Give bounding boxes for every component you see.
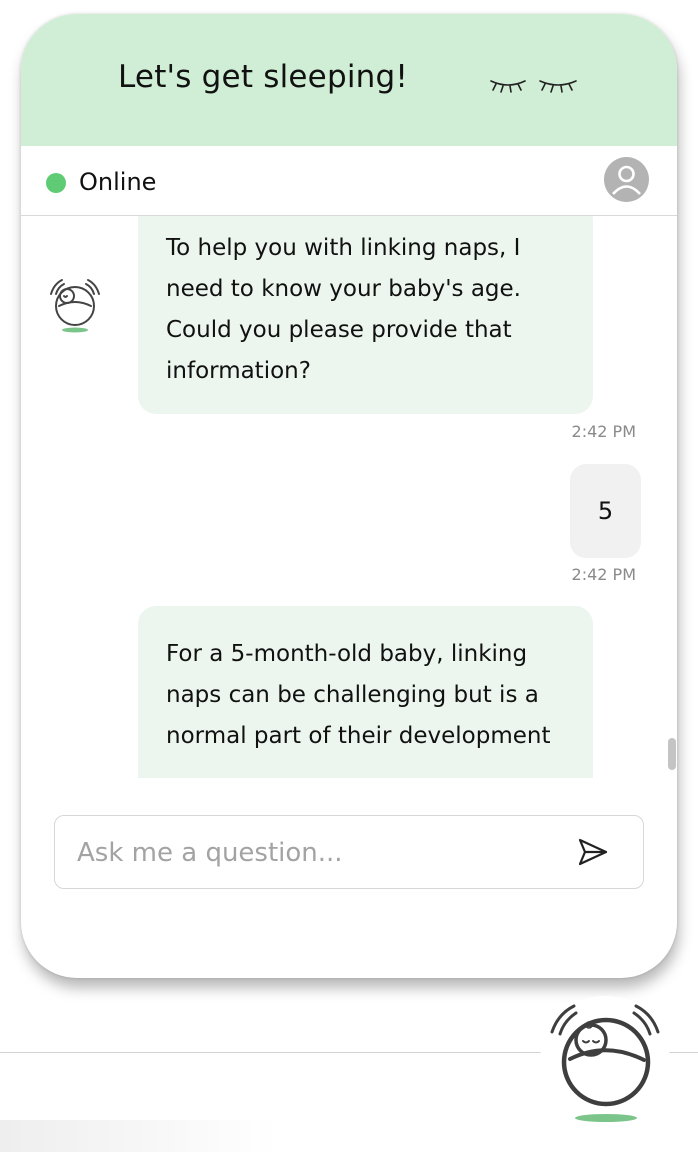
status-bar: Online <box>21 146 677 216</box>
send-icon <box>578 838 608 866</box>
message-list[interactable]: To help you with linking naps, I need to… <box>21 216 677 778</box>
message-composer <box>54 815 644 890</box>
chat-launcher-button[interactable] <box>540 996 670 1126</box>
message-timestamp: 2:42 PM <box>571 422 636 441</box>
chat-title: Let's get sleeping! <box>118 59 408 95</box>
question-input[interactable] <box>75 816 559 890</box>
bot-message: To help you with linking naps, I need to… <box>138 216 593 414</box>
message-timestamp: 2:42 PM <box>571 565 636 584</box>
send-button[interactable] <box>571 833 615 871</box>
message-scrollbar[interactable] <box>668 738 676 770</box>
bot-message: For a 5-month-old baby, linking naps can… <box>138 606 593 778</box>
bot-avatar-icon <box>50 279 100 333</box>
chat-header: Let's get sleeping! <box>21 14 677 146</box>
online-status-dot <box>46 173 66 193</box>
chat-widget: Let's get sleeping! Online To help you w… <box>21 14 677 978</box>
user-avatar-icon[interactable] <box>604 157 649 202</box>
sleepy-eyes-icon <box>490 80 577 93</box>
user-message: 5 <box>570 464 641 558</box>
sleeping-baby-logo-icon <box>550 1004 660 1122</box>
status-label: Online <box>79 168 157 196</box>
